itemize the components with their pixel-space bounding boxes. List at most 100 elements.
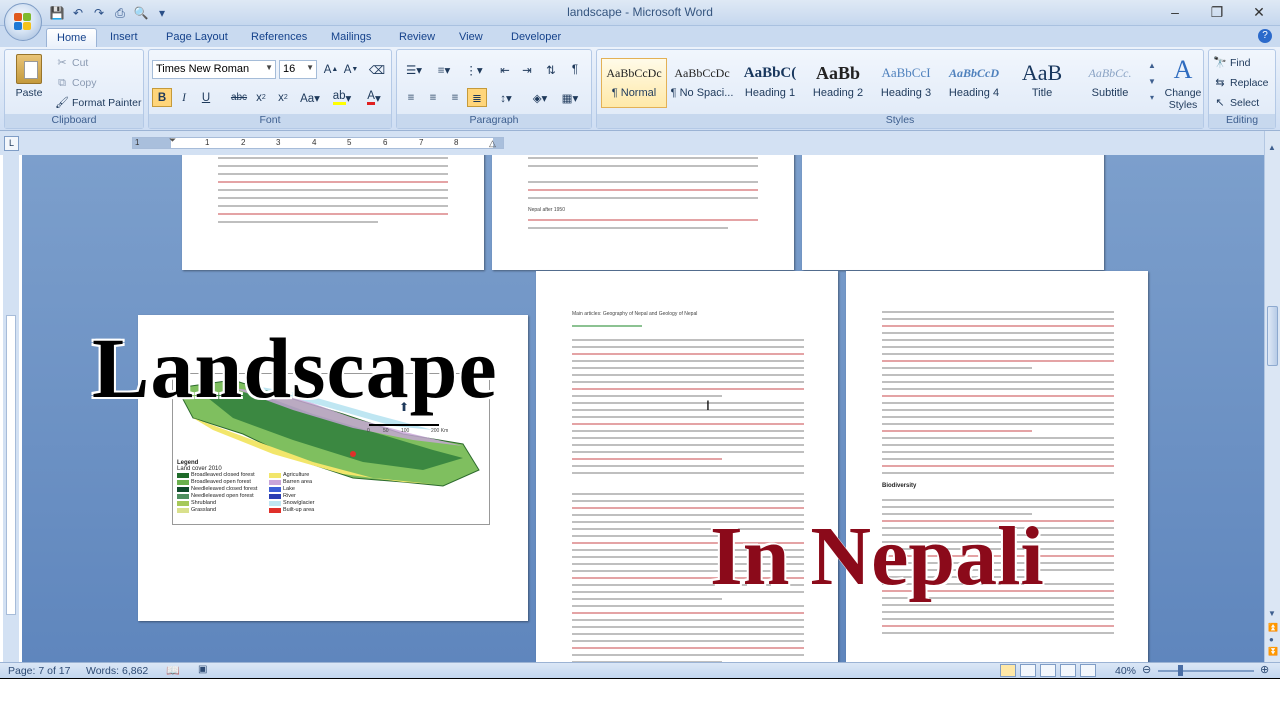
copy-icon: ⧉ — [58, 77, 66, 89]
grow-font-button[interactable]: A ▲ — [321, 60, 341, 79]
change-case-button[interactable]: Aa▾ — [297, 88, 323, 107]
align-center-button[interactable]: ≡ — [423, 88, 443, 107]
bold-button[interactable]: B — [152, 88, 172, 107]
previous-page-icon[interactable]: ⏫ — [1268, 623, 1278, 632]
legend-item: Needleleaved closed forest — [177, 486, 257, 492]
legend-label: Needleleaved closed forest — [191, 486, 258, 492]
show-paragraph-marks-button[interactable]: ¶ — [565, 60, 585, 79]
line-spacing-button[interactable]: ↕▾ — [493, 88, 519, 107]
style-normal[interactable]: AaBbCcDc ¶ Normal — [601, 58, 667, 108]
print-layout-icon[interactable] — [1000, 664, 1016, 677]
tab-insert[interactable]: Insert — [100, 28, 148, 47]
tab-page-layout[interactable]: Page Layout — [156, 28, 238, 47]
office-button[interactable] — [4, 3, 42, 41]
tab-view[interactable]: View — [449, 28, 493, 47]
paste-button[interactable]: Paste — [9, 54, 49, 104]
clear-formatting-button[interactable]: ⌫ — [367, 60, 387, 79]
web-layout-icon[interactable] — [1040, 664, 1056, 677]
multilevel-list-button[interactable]: ⋮▾ — [461, 60, 487, 79]
zoom-in-icon[interactable]: ⊕ — [1260, 663, 1269, 676]
restore-button[interactable]: ❐ — [1196, 0, 1238, 24]
tab-developer[interactable]: Developer — [501, 28, 571, 47]
indent-marker-icon[interactable]: ⏷ — [169, 135, 176, 146]
spelling-check-icon[interactable]: 📖 — [166, 664, 180, 677]
style-heading-1[interactable]: AaBbC( Heading 1 — [737, 58, 803, 108]
draft-icon[interactable] — [1080, 664, 1096, 677]
legend-label: Snow/glacier — [283, 500, 315, 506]
outline-icon[interactable] — [1060, 664, 1076, 677]
replace-button[interactable]: ⇆ Replace — [1213, 74, 1268, 92]
cut-button[interactable]: ✂ Cut — [55, 54, 88, 72]
help-icon[interactable]: ? — [1258, 29, 1272, 43]
tab-mailings[interactable]: Mailings — [321, 28, 381, 47]
copy-button[interactable]: ⧉ Copy — [55, 74, 96, 92]
text-line — [882, 632, 1114, 634]
vertical-ruler[interactable] — [3, 155, 19, 662]
vertical-scrollbar[interactable]: ▲ ▼ ⏫ ● ⏬ — [1264, 131, 1280, 662]
zoom-slider[interactable] — [1158, 665, 1254, 676]
superscript-button[interactable]: x2 — [273, 88, 293, 107]
styles-scroll[interactable]: ▲ ▼ ▾ — [1147, 58, 1157, 108]
tab-home[interactable]: Home — [46, 28, 98, 47]
text-line — [882, 367, 1032, 369]
scroll-down-icon[interactable]: ▼ — [1268, 609, 1276, 618]
view-buttons — [1000, 664, 1096, 677]
style-heading-3[interactable]: AaBbCcI Heading 3 — [873, 58, 939, 108]
numbering-button[interactable]: ≡▾ — [431, 60, 457, 79]
select-button[interactable]: ↖ Select — [1213, 94, 1259, 112]
justify-button[interactable]: ≣ — [467, 88, 487, 107]
zoom-out-icon[interactable]: ⊖ — [1142, 663, 1151, 676]
sort-button[interactable]: ⇅ — [541, 60, 561, 79]
close-button[interactable]: ✕ — [1238, 0, 1280, 24]
align-right-button[interactable]: ≡ — [445, 88, 465, 107]
increase-indent-button[interactable]: ⇥ — [517, 60, 537, 79]
align-left-button[interactable]: ≡ — [401, 88, 421, 107]
bullets-button[interactable]: ☰▾ — [401, 60, 427, 79]
text-line — [882, 318, 1114, 320]
subscript-button[interactable]: x2 — [251, 88, 271, 107]
format-painter-button[interactable]: 🖌 Format Painter — [55, 94, 141, 112]
shrink-font-button[interactable]: A ▼ — [341, 60, 361, 79]
browse-object-icon[interactable]: ● — [1269, 635, 1274, 644]
font-size-select[interactable]: 16 ▼ — [279, 60, 317, 79]
text-line — [882, 332, 1114, 334]
zoom-level[interactable]: 40% — [1115, 665, 1136, 677]
tab-selector-icon[interactable]: L — [4, 136, 19, 151]
scroll-thumb[interactable] — [1267, 306, 1278, 366]
style-heading-4[interactable]: AaBbCcD Heading 4 — [941, 58, 1007, 108]
decrease-indent-button[interactable]: ⇤ — [495, 60, 515, 79]
style-no-spacing[interactable]: AaBbCcDc ¶ No Spaci... — [669, 58, 735, 108]
underline-button[interactable]: U — [196, 88, 216, 107]
change-styles-button[interactable]: A Change Styles — [1163, 56, 1203, 114]
text-line — [572, 612, 804, 614]
text-line — [882, 458, 1114, 460]
next-page-icon[interactable]: ⏬ — [1268, 647, 1278, 656]
style-title[interactable]: AaB Title — [1009, 58, 1075, 108]
text-line — [572, 395, 722, 397]
word-count[interactable]: Words: 6,862 — [86, 665, 148, 677]
overlay-subtitle: In Nepali — [710, 510, 1044, 603]
font-color-button[interactable]: A ▾ — [361, 88, 387, 107]
text-line — [882, 395, 1114, 397]
shading-button[interactable]: ◈▾ — [527, 88, 553, 107]
minimize-button[interactable]: – — [1154, 0, 1196, 24]
tab-review[interactable]: Review — [389, 28, 445, 47]
page-count[interactable]: Page: 7 of 17 — [8, 665, 70, 677]
borders-button[interactable]: ▦▾ — [557, 88, 583, 107]
italic-button[interactable]: I — [174, 88, 194, 107]
style-subtitle[interactable]: AaBbCc. Subtitle — [1077, 58, 1143, 108]
style-heading-2[interactable]: AaBb Heading 2 — [805, 58, 871, 108]
text-line — [572, 381, 804, 383]
highlight-button[interactable]: ab ▾ — [329, 88, 355, 107]
tab-references[interactable]: References — [241, 28, 317, 47]
horizontal-ruler[interactable]: 1 1 2 3 4 5 6 7 8 ⏷ △ — [132, 135, 504, 149]
scroll-up-icon[interactable]: ▲ — [1268, 143, 1276, 152]
legend-swatch — [269, 479, 281, 485]
font-family-select[interactable]: Times New Roman ▼ — [152, 60, 276, 79]
find-button[interactable]: 🔭 Find — [1213, 54, 1250, 72]
right-indent-marker-icon[interactable]: △ — [489, 138, 496, 149]
macro-record-icon[interactable]: ▣ — [198, 664, 207, 675]
zoom-slider-thumb[interactable] — [1178, 665, 1183, 676]
full-screen-reading-icon[interactable] — [1020, 664, 1036, 677]
strikethrough-button[interactable]: abc — [229, 88, 249, 107]
